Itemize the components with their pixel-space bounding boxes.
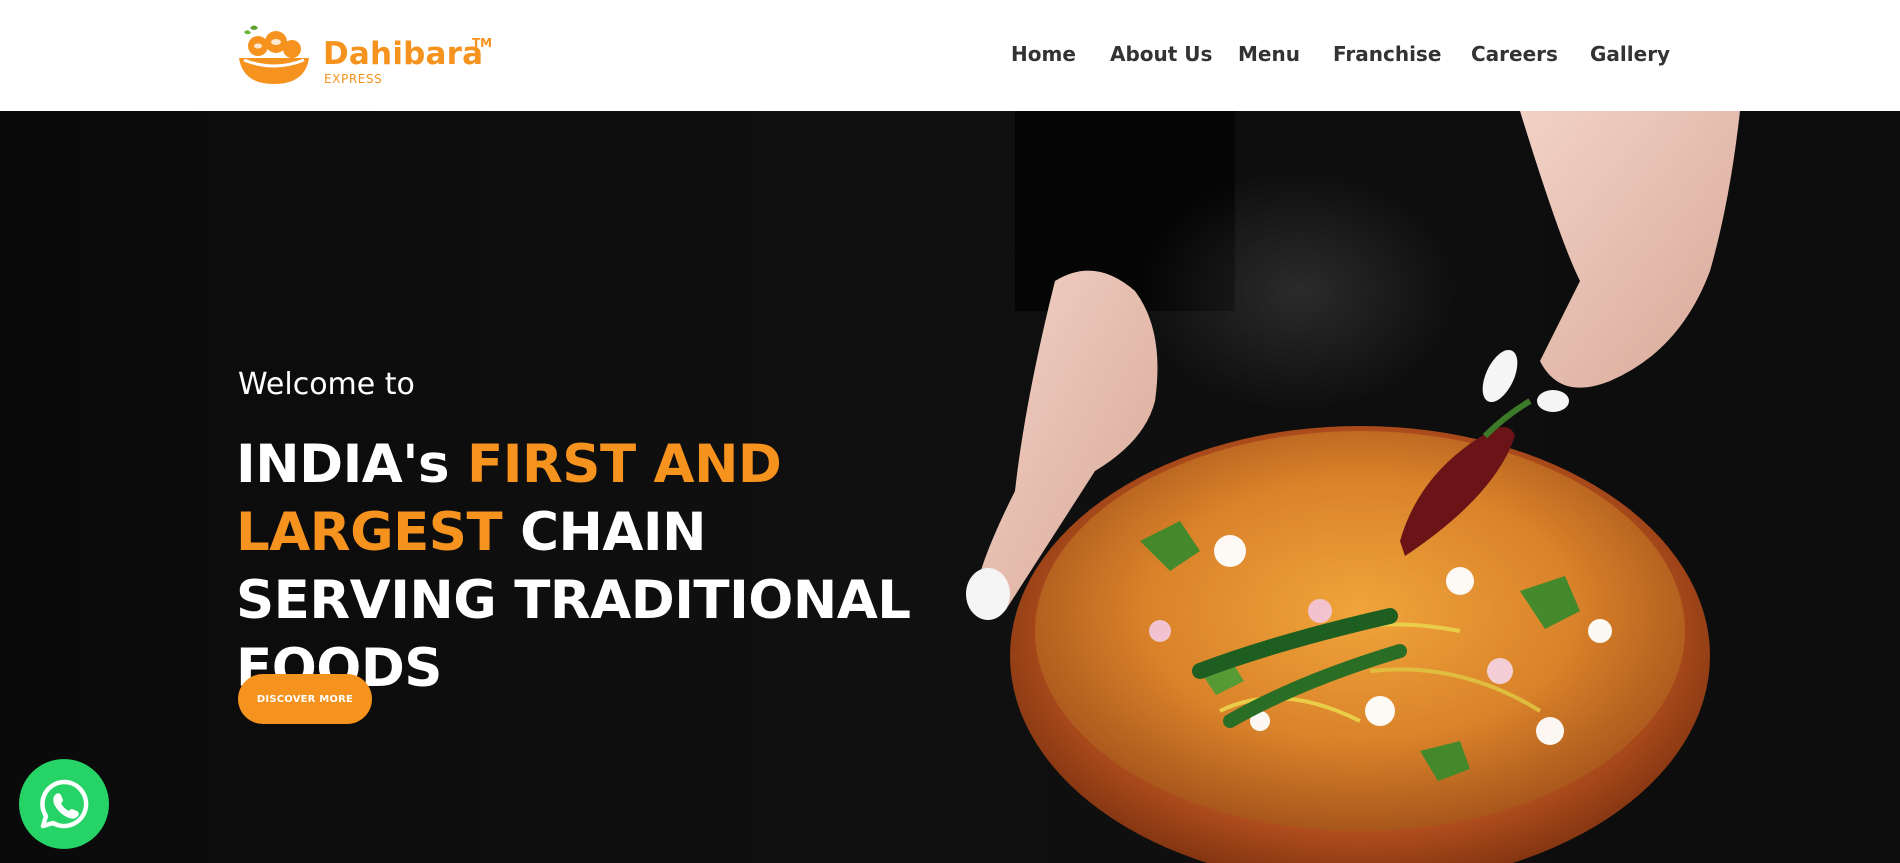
main-nav: Home About Us Menu Franchise Careers Gal… [0,42,1900,70]
hero-welcome-text: Welcome to [238,367,415,402]
hero-headline: INDIA's FIRST AND LARGEST CHAIN SERVING … [236,431,976,703]
nav-item-home[interactable]: Home [1011,42,1076,66]
hero-section: Welcome to INDIA's FIRST AND LARGEST CHA… [0,111,1900,863]
site-header: Dahibara TM EXPRESS Home About Us Menu F… [0,0,1900,111]
nav-item-menu[interactable]: Menu [1238,42,1300,66]
nav-item-about-us[interactable]: About Us [1110,42,1212,66]
brand-subtitle: EXPRESS [324,72,383,86]
nav-item-franchise[interactable]: Franchise [1333,42,1441,66]
headline-part-1: INDIA's [236,434,468,495]
whatsapp-icon [40,779,89,829]
nav-item-gallery[interactable]: Gallery [1590,42,1670,66]
whatsapp-chat-button[interactable] [19,759,109,849]
discover-more-button[interactable]: DISCOVER MORE [238,674,372,724]
nav-item-careers[interactable]: Careers [1471,42,1558,66]
hero-food-image [966,111,1740,863]
